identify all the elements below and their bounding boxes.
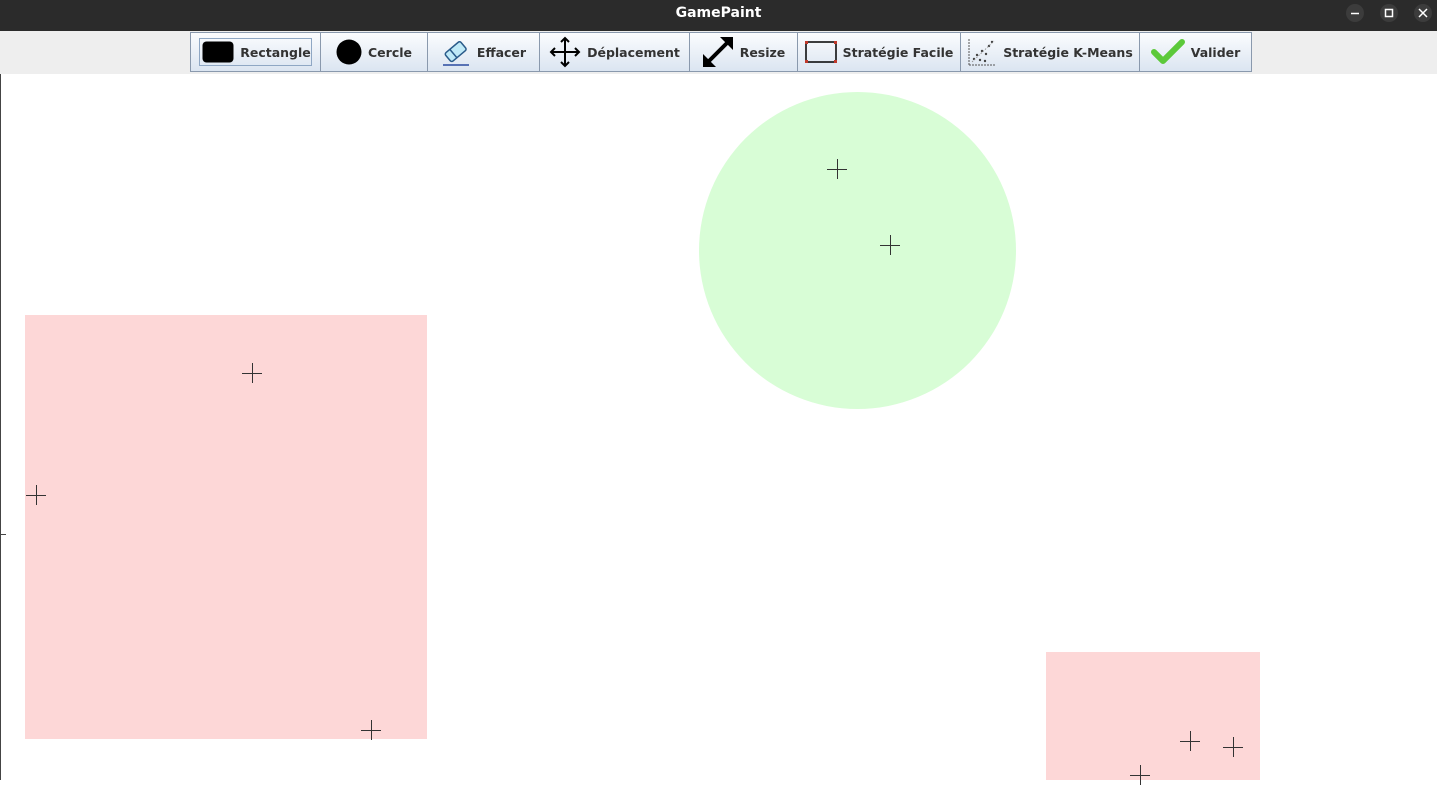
valider-button[interactable]: Valider: [1139, 32, 1252, 72]
plus-icon: [827, 159, 847, 179]
plus-icon: [26, 485, 46, 505]
strategie-facile-label: Stratégie Facile: [842, 44, 954, 60]
toolbar-area: Rectangle Cercle Effacer Déplacement Res…: [0, 31, 1437, 74]
resize-tool-label: Resize: [739, 44, 786, 60]
eraser-icon: [441, 37, 471, 67]
move-arrows-icon: [549, 36, 581, 68]
toolbar: Rectangle Cercle Effacer Déplacement Res…: [190, 32, 1252, 72]
rectangle-tool-button[interactable]: Rectangle: [190, 32, 321, 72]
strategie-kmeans-button[interactable]: Stratégie K-Means: [960, 32, 1140, 72]
canvas-left-border: [0, 74, 1, 780]
plus-icon: [880, 235, 900, 255]
green-checkmark-icon: [1150, 39, 1185, 65]
strategie-kmeans-label: Stratégie K-Means: [1003, 44, 1133, 60]
window-title: GamePaint: [675, 5, 762, 21]
rectangle-tool-selection: Rectangle: [199, 38, 312, 66]
plus-icon: [242, 363, 262, 383]
plus-icon: [361, 720, 381, 740]
plus-icon: [1223, 737, 1243, 757]
strategie-facile-button[interactable]: Stratégie Facile: [797, 32, 961, 72]
drawing-canvas[interactable]: [0, 74, 1437, 785]
maximize-icon: [1384, 8, 1394, 18]
plus-icon: [1180, 731, 1200, 751]
pink-rectangle-shape[interactable]: [25, 315, 427, 739]
cercle-tool-label: Cercle: [368, 44, 412, 60]
green-circle-shape[interactable]: [699, 92, 1016, 409]
pink-rectangle-shape-small[interactable]: [1046, 652, 1260, 780]
bounding-box-icon: [804, 41, 837, 63]
minimize-icon: [1351, 12, 1359, 15]
effacer-tool-button[interactable]: Effacer: [427, 32, 540, 72]
valider-label: Valider: [1190, 44, 1241, 60]
deplacement-tool-button[interactable]: Déplacement: [539, 32, 690, 72]
effacer-tool-label: Effacer: [476, 44, 527, 60]
minimize-button[interactable]: [1346, 4, 1364, 22]
rounded-rectangle-icon: [202, 41, 234, 63]
close-button[interactable]: [1414, 4, 1432, 22]
deplacement-tool-label: Déplacement: [587, 44, 680, 60]
cercle-tool-button[interactable]: Cercle: [320, 32, 428, 72]
rectangle-tool-label: Rectangle: [240, 44, 311, 60]
plus-icon: [1130, 765, 1150, 785]
close-icon: [1418, 8, 1428, 18]
title-bar: GamePaint: [0, 0, 1437, 31]
diagonal-resize-icon: [702, 36, 734, 68]
resize-tool-button[interactable]: Resize: [689, 32, 798, 72]
canvas-edge-tick: [0, 534, 6, 535]
scatter-plot-icon: [967, 37, 997, 67]
filled-circle-icon: [336, 39, 362, 65]
maximize-button[interactable]: [1380, 4, 1398, 22]
